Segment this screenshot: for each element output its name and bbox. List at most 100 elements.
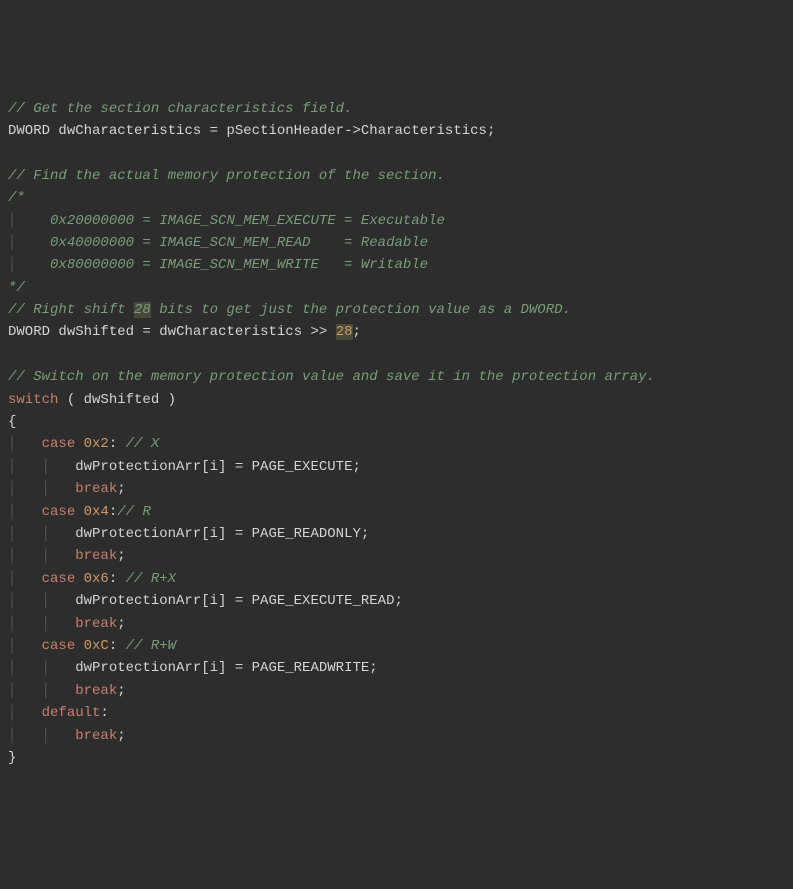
code-line: │ │ break;: [8, 680, 785, 702]
statement: dwProtectionArr[i] = PAGE_READWRITE;: [75, 660, 377, 676]
comment-text: bits to get just the protection value as…: [151, 302, 571, 318]
break-keyword: break: [75, 683, 117, 699]
blank-line: [8, 142, 785, 164]
default-keyword: default: [42, 705, 101, 721]
code-line: // Right shift 28 bits to get just the p…: [8, 299, 785, 321]
indent-guide: │ │: [8, 616, 75, 632]
code-line: │ │ dwProtectionArr[i] = PAGE_EXECUTE_RE…: [8, 590, 785, 612]
code-line: │ │ dwProtectionArr[i] = PAGE_EXECUTE;: [8, 456, 785, 478]
type-token: DWORD: [8, 123, 50, 139]
indent-guide: │ │: [8, 728, 75, 744]
operator-token: =: [210, 123, 218, 139]
comment-text: // Get the section characteristics field…: [8, 101, 352, 117]
indent-guide: │: [8, 705, 42, 721]
semicolon: ;: [117, 728, 125, 744]
comment-text: // Right shift: [8, 302, 134, 318]
number-token: 28: [336, 324, 353, 340]
case-keyword: case: [42, 504, 76, 520]
code-line: // Switch on the memory protection value…: [8, 366, 785, 388]
brace-open: {: [8, 414, 16, 430]
colon: :: [109, 436, 117, 452]
code-line: switch ( dwShifted ): [8, 389, 785, 411]
space: [75, 436, 83, 452]
space: [302, 324, 310, 340]
colon: :: [100, 705, 108, 721]
space: [117, 571, 125, 587]
space: [201, 123, 209, 139]
variable-token: dwCharacteristics: [58, 123, 201, 139]
variable-token: dwShifted: [58, 324, 134, 340]
code-line: }: [8, 747, 785, 769]
break-keyword: break: [75, 728, 117, 744]
switch-keyword: switch: [8, 392, 58, 408]
code-line: DWORD dwShifted = dwCharacteristics >> 2…: [8, 321, 785, 343]
semicolon: ;: [117, 683, 125, 699]
statement: dwProtectionArr[i] = PAGE_READONLY;: [75, 526, 369, 542]
code-line: */: [8, 277, 785, 299]
code-line: │ default:: [8, 702, 785, 724]
indent-guide: │ │: [8, 526, 75, 542]
indent-guide: │ │: [8, 481, 75, 497]
comment-text: // Switch on the memory protection value…: [8, 369, 655, 385]
code-line: │ 0x80000000 = IMAGE_SCN_MEM_WRITE = Wri…: [8, 254, 785, 276]
hex-literal: 0x6: [84, 571, 109, 587]
code-line: │ case 0x6: // R+X: [8, 568, 785, 590]
indent-guide: │ │: [8, 459, 75, 475]
space: [75, 638, 83, 654]
colon: :: [109, 571, 117, 587]
indent-guide: │ │: [8, 660, 75, 676]
space: [327, 324, 335, 340]
colon: :: [109, 504, 117, 520]
arrow-operator: ->: [344, 123, 361, 139]
statement: dwProtectionArr[i] = PAGE_EXECUTE;: [75, 459, 361, 475]
code-line: DWORD dwCharacteristics = pSectionHeader…: [8, 120, 785, 142]
code-line: │ 0x20000000 = IMAGE_SCN_MEM_EXECUTE = E…: [8, 210, 785, 232]
semicolon: ;: [353, 324, 361, 340]
comment-text: 0x20000000 = IMAGE_SCN_MEM_EXECUTE = Exe…: [16, 213, 444, 229]
comment-text: 0x40000000 = IMAGE_SCN_MEM_READ = Readab…: [16, 235, 428, 251]
highlighted-text: 28: [134, 302, 151, 318]
code-editor[interactable]: // Get the section characteristics field…: [8, 98, 785, 770]
space: [151, 324, 159, 340]
code-line: │ case 0x4:// R: [8, 501, 785, 523]
semicolon: ;: [117, 616, 125, 632]
comment-text: // R+W: [126, 638, 176, 654]
type-token: DWORD: [8, 324, 50, 340]
code-line: │ 0x40000000 = IMAGE_SCN_MEM_READ = Read…: [8, 232, 785, 254]
code-line: │ case 0xC: // R+W: [8, 635, 785, 657]
comment-text: // R: [117, 504, 151, 520]
semicolon: ;: [487, 123, 495, 139]
comment-open: /*: [8, 190, 25, 206]
hex-literal: 0xC: [84, 638, 109, 654]
code-line: │ │ break;: [8, 725, 785, 747]
colon: :: [109, 638, 117, 654]
code-line: │ case 0x2: // X: [8, 433, 785, 455]
break-keyword: break: [75, 548, 117, 564]
operator-token: =: [142, 324, 150, 340]
indent-guide: │ │: [8, 548, 75, 564]
space: [117, 436, 125, 452]
case-keyword: case: [42, 571, 76, 587]
space: [75, 504, 83, 520]
blank-line: [8, 344, 785, 366]
semicolon: ;: [117, 481, 125, 497]
case-keyword: case: [42, 638, 76, 654]
space: [117, 638, 125, 654]
switch-condition: ( dwShifted ): [58, 392, 176, 408]
identifier-token: dwCharacteristics: [159, 324, 302, 340]
shift-operator: >>: [311, 324, 328, 340]
indent-guide: │ │: [8, 683, 75, 699]
comment-text: // R+X: [126, 571, 176, 587]
code-line: │ │ dwProtectionArr[i] = PAGE_READONLY;: [8, 523, 785, 545]
code-line: // Get the section characteristics field…: [8, 98, 785, 120]
statement: dwProtectionArr[i] = PAGE_EXECUTE_READ;: [75, 593, 403, 609]
indent-guide: │: [8, 504, 42, 520]
break-keyword: break: [75, 616, 117, 632]
semicolon: ;: [117, 548, 125, 564]
indent-guide: │: [8, 436, 42, 452]
indent-guide: │: [8, 638, 42, 654]
indent-guide: │ │: [8, 593, 75, 609]
case-keyword: case: [42, 436, 76, 452]
brace-close: }: [8, 750, 16, 766]
code-line: /*: [8, 187, 785, 209]
